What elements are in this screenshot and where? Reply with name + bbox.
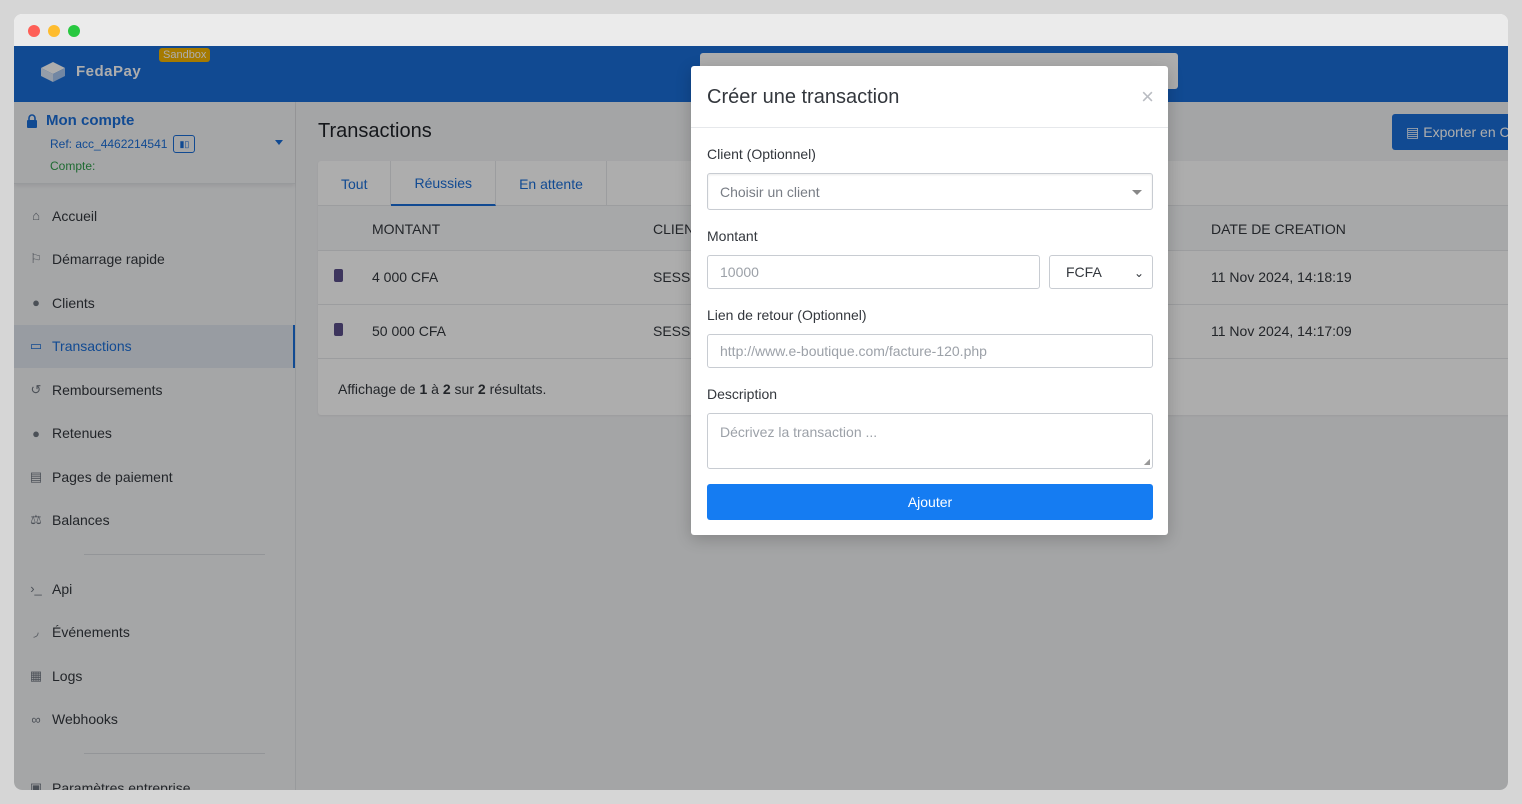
chevron-down-icon: ⌄ [1133,266,1144,280]
client-select-placeholder: Choisir un client [720,183,820,200]
close-icon[interactable]: × [1141,84,1154,110]
modal-title: Créer une transaction [707,86,900,108]
description-label: Description [707,386,778,402]
chevron-down-icon [1132,190,1142,195]
amount-input[interactable]: 10000 [707,255,1040,289]
currency-value: FCFA [1066,264,1102,280]
description-placeholder: Décrivez la transaction ... [720,424,878,440]
create-transaction-modal: Créer une transaction × Client (Optionne… [691,66,1168,535]
amount-label: Montant [707,228,758,244]
modal-header: Créer une transaction × [691,66,1168,128]
maximize-window-button[interactable] [68,25,80,37]
return-link-label: Lien de retour (Optionnel) [707,307,867,323]
window-titlebar [14,14,1508,46]
return-link-placeholder: http://www.e-boutique.com/facture-120.ph… [720,343,987,359]
amount-placeholder: 10000 [720,264,759,280]
submit-button[interactable]: Ajouter [707,484,1153,520]
close-window-button[interactable] [28,25,40,37]
browser-window: FedaPay Sandbox Mon compte Ref: acc_4462… [14,14,1508,790]
minimize-window-button[interactable] [48,25,60,37]
description-textarea[interactable]: Décrivez la transaction ... ◢ [707,413,1153,469]
client-label: Client (Optionnel) [707,146,816,162]
resize-handle-icon[interactable]: ◢ [1144,457,1150,466]
client-select[interactable]: Choisir un client [707,173,1153,210]
return-link-input[interactable]: http://www.e-boutique.com/facture-120.ph… [707,334,1153,368]
currency-select[interactable]: FCFA ⌄ [1049,255,1153,289]
